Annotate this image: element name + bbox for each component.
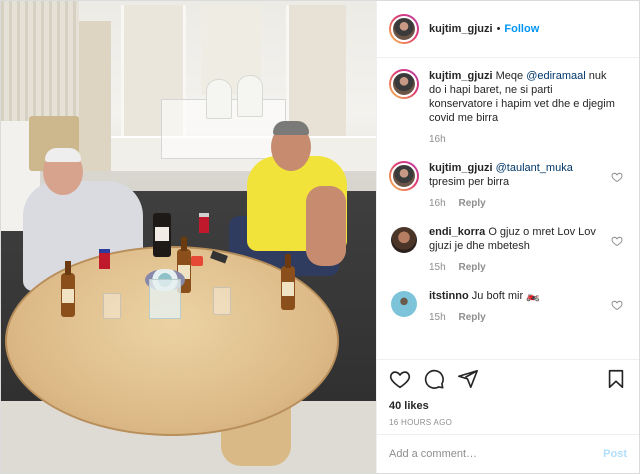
comment-icon[interactable]	[423, 368, 445, 390]
avatar-image	[391, 71, 417, 97]
comment-body: kujtim_gjuzi @taulant_muka tpresim per b…	[429, 161, 619, 211]
post-username[interactable]: kujtim_gjuzi	[429, 23, 493, 35]
reply-button[interactable]: Reply	[458, 312, 485, 323]
avatar-image	[391, 163, 417, 189]
post-header: kujtim_gjuzi • Follow	[377, 1, 639, 58]
comment: itstinno Ju boft mir 🏍️ 15h Reply	[389, 289, 627, 325]
photo-beer-bottle	[281, 254, 295, 310]
comment-time: 16h	[429, 198, 446, 209]
follow-button[interactable]: Follow	[504, 23, 539, 35]
caption-body: kujtim_gjuzi Meqe @ediramaal nuk do i ha…	[429, 69, 619, 147]
comments-list[interactable]: kujtim_gjuzi Meqe @ediramaal nuk do i ha…	[377, 59, 639, 359]
action-bar	[389, 366, 627, 392]
avatar[interactable]	[389, 14, 419, 44]
comment-username[interactable]: endi_korra	[429, 226, 485, 238]
share-icon[interactable]	[457, 368, 479, 390]
comment-text: Ju boft mir 🏍️	[471, 290, 540, 302]
photo-can	[199, 213, 209, 233]
photo-beer-bottle	[61, 261, 75, 317]
likes-count[interactable]: 40 likes	[389, 400, 627, 412]
comment-meta: 15h Reply	[429, 311, 619, 325]
photo-cup	[191, 256, 203, 266]
reply-button[interactable]: Reply	[458, 198, 485, 209]
post-timestamp: 16 HOURS AGO	[389, 418, 453, 427]
heart-icon[interactable]	[611, 299, 623, 311]
photo-person-right-hair	[273, 121, 309, 135]
add-comment-bar: Post	[377, 434, 639, 473]
post-side-panel: kujtim_gjuzi • Follow kujtim_gjuzi Meqe …	[376, 1, 639, 473]
photo-person-left-hair	[45, 148, 81, 162]
photo-chair	[237, 75, 263, 117]
comment-body: itstinno Ju boft mir 🏍️ 15h Reply	[429, 289, 619, 325]
caption-mention[interactable]: @ediramaal	[526, 70, 585, 82]
separator-dot: •	[496, 23, 501, 35]
comment-body: endi_korra O gjuz o mret Lov Lov gjuzi j…	[429, 225, 619, 275]
comment-time: 15h	[429, 262, 446, 273]
comment-username[interactable]: itstinno	[429, 290, 469, 302]
comment-text: tpresim per birra	[429, 176, 510, 188]
avatar[interactable]	[391, 291, 417, 317]
comment-username[interactable]: kujtim_gjuzi	[429, 162, 493, 174]
comment: kujtim_gjuzi @taulant_muka tpresim per b…	[389, 161, 627, 211]
heart-icon[interactable]	[389, 368, 411, 390]
instagram-post: kujtim_gjuzi • Follow kujtim_gjuzi Meqe …	[0, 0, 640, 474]
photo-person-right-arm	[306, 186, 346, 266]
avatar[interactable]	[389, 69, 419, 99]
photo-chair	[206, 79, 232, 119]
post-actions: 40 likes 16 HOURS AGO	[377, 359, 639, 439]
comment-mention[interactable]: @taulant_muka	[496, 162, 573, 174]
heart-icon[interactable]	[611, 235, 623, 247]
caption-text: Meqe	[492, 70, 527, 82]
caption-username[interactable]: kujtim_gjuzi	[429, 70, 493, 82]
caption-meta: 16h	[429, 133, 619, 147]
post-photo[interactable]	[1, 1, 376, 473]
comment-meta: 15h Reply	[429, 261, 619, 275]
avatar-image	[391, 16, 417, 42]
bookmark-icon[interactable]	[605, 368, 627, 390]
caption-time: 16h	[429, 134, 446, 145]
comment-time: 15h	[429, 312, 446, 323]
photo-glass	[103, 293, 121, 319]
heart-icon[interactable]	[611, 171, 623, 183]
caption: kujtim_gjuzi Meqe @ediramaal nuk do i ha…	[389, 69, 627, 147]
post-comment-button[interactable]: Post	[603, 448, 627, 460]
avatar[interactable]	[391, 227, 417, 253]
photo-vase	[149, 279, 181, 319]
avatar[interactable]	[389, 161, 419, 191]
comment: endi_korra O gjuz o mret Lov Lov gjuzi j…	[389, 225, 627, 275]
reply-button[interactable]: Reply	[458, 262, 485, 273]
comment-input[interactable]	[389, 448, 604, 460]
photo-column	[79, 21, 111, 171]
photo-can	[99, 249, 110, 269]
photo-glass	[213, 287, 231, 315]
photo-whiskey-bottle	[153, 213, 171, 257]
comment-meta: 16h Reply	[429, 197, 619, 211]
